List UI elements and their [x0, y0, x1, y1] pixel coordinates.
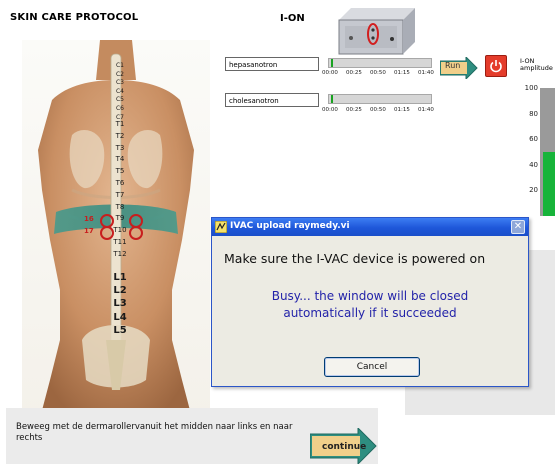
- section-title: I-ON: [280, 13, 305, 24]
- meter-tick: 20: [529, 186, 538, 194]
- busy-line: automatically if it succeeded: [283, 306, 457, 320]
- vertebra-label: L4: [113, 311, 127, 323]
- vertebra-label: L3: [113, 298, 127, 310]
- power-icon: [490, 60, 502, 73]
- tick-label: 00:50: [370, 70, 386, 76]
- meter-title-line: amplitude: [520, 64, 553, 72]
- instruction-text: Beweeg met de dermarollervanuit het midd…: [16, 422, 293, 443]
- vertebra-label: C5: [115, 96, 125, 104]
- dialog-titlebar[interactable]: IVAC upload raymedy.vi ✕: [212, 218, 528, 236]
- labview-icon: [215, 221, 227, 233]
- vertebra-label: T2: [115, 131, 125, 140]
- tick-label: 01:15: [394, 107, 410, 113]
- timeline-progress-marker[interactable]: [331, 95, 333, 103]
- tick-label: 00:00: [322, 70, 338, 76]
- tick-label: 00:00: [322, 107, 338, 113]
- amplitude-meter-fill: [543, 152, 555, 216]
- vertebra-label: L5: [113, 324, 127, 336]
- vertebra-label: C1: [115, 62, 125, 69]
- vertebra-label: L1: [113, 272, 127, 283]
- cancel-button[interactable]: Cancel: [324, 357, 420, 377]
- timeline-name-field[interactable]: hepasanotron: [225, 57, 319, 71]
- tick-label: 00:50: [370, 107, 386, 113]
- meter-tick: 60: [529, 135, 538, 143]
- tick-label: 00:25: [346, 70, 362, 76]
- timeline-progress-marker[interactable]: [331, 59, 333, 67]
- timeline-track[interactable]: [328, 94, 432, 104]
- power-button[interactable]: [485, 55, 507, 77]
- vertebra-label: T3: [115, 143, 125, 152]
- vertebra-label: T9: [115, 214, 125, 223]
- busy-line: Busy... the window will be closed: [271, 289, 469, 303]
- run-label[interactable]: Run: [445, 61, 460, 70]
- continue-label[interactable]: continue: [322, 442, 366, 452]
- dialog-title: IVAC upload raymedy.vi: [230, 221, 350, 231]
- tick-label: 01:15: [394, 70, 410, 76]
- vertebra-label: T8: [115, 202, 125, 211]
- vertebra-label: C3: [115, 79, 125, 87]
- vertebra-label: C2: [115, 70, 125, 78]
- vertebra-label: C4: [115, 87, 125, 95]
- meter-title: I-ON amplitude: [520, 58, 553, 72]
- vertebra-label: T11: [113, 238, 127, 246]
- vertebra-label: T12: [113, 249, 127, 258]
- treatment-point-label: 16: [84, 215, 94, 224]
- vertebra-label: T7: [115, 190, 125, 199]
- vertebra-label: T6: [115, 179, 125, 187]
- spine-map: C1 C2 C3 C4 C5 C6 C7 T1 T2 T3 T4 T5 T6 T7 T8 T9 T10 T11 T1…: [22, 40, 210, 418]
- upload-dialog: IVAC upload raymedy.vi ✕ Make sure the I…: [211, 217, 529, 387]
- vertebra-label: T5: [115, 167, 125, 176]
- meter-tick: 80: [529, 110, 538, 118]
- timeline-track[interactable]: [328, 58, 432, 68]
- ivac-device-image: [335, 6, 417, 56]
- vertebra-label: T10: [113, 226, 127, 235]
- vertebra-label: L2: [113, 285, 127, 297]
- vertebra-label: T4: [115, 155, 125, 164]
- close-icon[interactable]: ✕: [511, 220, 525, 234]
- vertebra-label: T1: [115, 120, 125, 128]
- tick-label: 01:40: [418, 107, 434, 113]
- meter-tick: 100: [524, 84, 538, 92]
- treatment-point-label: 17: [84, 227, 94, 236]
- tick-label: 01:40: [418, 70, 434, 76]
- tick-label: 00:25: [346, 107, 362, 113]
- dialog-busy-text: Busy... the window will be closed automa…: [212, 288, 528, 322]
- vertebra-label: C6: [115, 105, 125, 112]
- timeline-name-field[interactable]: cholesanotron: [225, 93, 319, 107]
- meter-tick: 40: [529, 161, 538, 169]
- dialog-message: Make sure the I-VAC device is powered on: [224, 251, 486, 266]
- app-title: SKIN CARE PROTOCOL: [10, 12, 139, 23]
